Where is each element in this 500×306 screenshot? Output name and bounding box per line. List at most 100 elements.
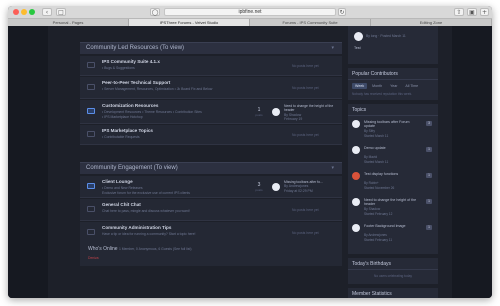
right-rail — [452, 26, 492, 298]
chevron-down-icon[interactable]: ▾ — [331, 165, 334, 171]
forum-row[interactable]: Community Administration Tips Have a tip … — [80, 222, 342, 244]
forum-subforums[interactable]: • Bugs & Suggestions — [102, 66, 135, 70]
member-statistics-title: Member Statistics — [348, 288, 438, 298]
forum-row[interactable]: Client Lounge • Demo and New Releases Excl… — [80, 176, 342, 198]
forum-read-icon[interactable] — [87, 229, 95, 235]
forum-read-icon[interactable] — [87, 131, 95, 137]
topic-item[interactable]: Need to change the height of the header B… — [352, 198, 434, 222]
contributors-tab[interactable]: Month — [369, 83, 385, 89]
topic-date: Started February 11 — [364, 238, 393, 242]
topic-author[interactable]: By Mavid — [364, 155, 418, 159]
contributors-tab[interactable]: Year — [387, 83, 400, 89]
contributors-tab[interactable]: All Time — [402, 83, 421, 89]
browser-tab[interactable]: Forums - IPS Community Suite — [250, 19, 371, 26]
reply-count-badge: 1 — [426, 173, 432, 178]
avatar[interactable] — [352, 146, 360, 154]
forum-subforums[interactable]: • Server Management, Resources, Optimiza… — [102, 87, 212, 91]
topic-title[interactable]: Demo update — [364, 146, 418, 150]
forum-title[interactable]: General Chit Chat — [102, 202, 141, 207]
section-header[interactable]: Community Engagement (To view) ▾ — [80, 162, 342, 174]
no-posts-label: No posts here yet — [292, 133, 319, 137]
section-title: Community Engagement (To view) — [86, 165, 178, 171]
topic-item[interactable]: Test display functions By Robin+ Started N… — [352, 172, 434, 196]
whos-online-summary[interactable]: 1 Member, 0 Anonymous, 6 Guests (See ful… — [119, 247, 192, 251]
topic-title[interactable]: Need to change the height of the header — [364, 198, 418, 207]
forum-row[interactable]: Customization Resources • Development Res… — [80, 100, 342, 124]
section-title: Community Led Resources (To view) — [86, 45, 185, 51]
avatar[interactable] — [354, 32, 363, 41]
address-bar[interactable]: ipbfine.net — [164, 8, 336, 16]
avatar[interactable] — [352, 198, 360, 206]
chevron-down-icon[interactable]: ▾ — [331, 45, 334, 51]
sidebar-toggle-icon[interactable]: □ — [56, 8, 66, 16]
forum-title[interactable]: IPS Community Suite 4.1.x — [102, 59, 160, 64]
minimize-window-icon[interactable] — [21, 9, 27, 15]
reply-count-badge: 3 — [426, 121, 432, 126]
popular-contributors-title: Popular Contributors — [348, 68, 438, 80]
forum-title[interactable]: Customization Resources — [102, 103, 158, 108]
forum-row[interactable]: IPS Community Suite 4.1.x • Bugs & Sugges… — [80, 56, 342, 76]
browser-tab[interactable]: Personal - Pages — [8, 19, 129, 26]
topic-author[interactable]: By Andrewjones — [364, 233, 418, 237]
top-topic-user[interactable]: By long — [366, 34, 377, 38]
topic-item[interactable]: Missing toolbars after Forum update By Si… — [352, 120, 434, 144]
forum-read-icon[interactable] — [87, 84, 95, 90]
topic-date: Started February 12 — [364, 212, 393, 216]
shield-icon[interactable]: ◯ — [150, 8, 160, 16]
topic-item[interactable]: Demo update By Mavid Started March 11 1 — [352, 146, 434, 170]
topic-title[interactable]: Missing toolbars after Forum update — [364, 120, 418, 129]
back-icon[interactable]: ‹ — [42, 8, 52, 16]
post-count: 1 posts — [252, 107, 266, 117]
topic-title[interactable]: Footer Background Image — [364, 224, 418, 228]
forum-unread-icon[interactable] — [87, 108, 95, 114]
avatar[interactable] — [272, 183, 280, 191]
last-post-title[interactable]: Need to change the height of the header — [284, 104, 336, 113]
topic-title[interactable]: Test display functions — [364, 172, 418, 176]
forum-read-icon[interactable] — [87, 62, 95, 68]
no-posts-label: No posts here yet — [292, 64, 319, 68]
birthdays-title: Today's Birthdays — [348, 258, 438, 270]
member-statistics-widget: Member Statistics — [348, 288, 438, 298]
forum-subforums[interactable]: • Demo and New Releases — [102, 186, 143, 190]
forum-row[interactable]: IPS Marketplace Topics • Contributable Re… — [80, 125, 342, 145]
forum-row[interactable]: Peer-to-Peer Technical Support • Server M… — [80, 77, 342, 99]
topic-author[interactable]: By Robin+ — [364, 181, 418, 185]
new-tab-icon[interactable]: + — [480, 8, 489, 16]
top-topic-widget: By long · Posted March 11 Test — [348, 26, 438, 64]
topic-author[interactable]: By Sifry — [364, 129, 418, 133]
forum-subforums[interactable]: Chat here to pass, mingle and discuss wh… — [102, 209, 190, 213]
topic-item[interactable]: Footer Background Image By Andrewjones Sta… — [352, 224, 434, 248]
birthdays-empty: No users celebrating today — [374, 274, 412, 278]
avatar[interactable] — [352, 224, 360, 232]
tabs-overview-icon[interactable]: ▣ — [467, 8, 477, 16]
last-post: Missing toolbars after fo... By Andrewjon… — [284, 180, 336, 193]
left-rail — [8, 26, 48, 298]
forum-title[interactable]: Client Lounge — [102, 179, 133, 184]
contributors-tab[interactable]: Week — [352, 83, 368, 89]
forum-title[interactable]: IPS Marketplace Topics — [102, 128, 153, 133]
page-content: Community Led Resources (To view) ▾ IPS Co… — [8, 26, 492, 298]
section-header[interactable]: Community Led Resources (To view) ▾ — [80, 42, 342, 54]
forum-row[interactable]: General Chit Chat Chat here to pass, ming… — [80, 199, 342, 221]
last-post-date: Friday at 02:29 PM — [284, 188, 313, 193]
browser-tab[interactable]: IPSThree Forums - Velvet Studio — [129, 19, 250, 26]
forum-subforums[interactable]: Have a tip or idea for running a communi… — [102, 232, 195, 236]
reload-icon[interactable]: ↻ — [338, 8, 346, 16]
avatar[interactable] — [272, 108, 280, 116]
close-window-icon[interactable] — [13, 9, 19, 15]
forum-subforums[interactable]: • Development Resources • Theme Resource… — [102, 110, 202, 114]
forum-unread-icon[interactable] — [87, 183, 95, 189]
forum-read-icon[interactable] — [87, 206, 95, 212]
forum-title[interactable]: Community Administration Tips — [102, 225, 171, 230]
browser-tab[interactable]: Editing Zone — [371, 19, 492, 26]
forum-subforums[interactable]: • Contributable Requests — [102, 135, 140, 139]
maximize-window-icon[interactable] — [29, 9, 35, 15]
avatar[interactable] — [352, 172, 360, 180]
contributors-empty: Nobody has received reputation this week… — [352, 92, 413, 96]
topic-author[interactable]: By Shadow — [364, 207, 418, 211]
reply-count-badge: 1 — [426, 147, 432, 152]
avatar[interactable] — [352, 120, 360, 128]
forum-title[interactable]: Peer-to-Peer Technical Support — [102, 80, 170, 85]
online-member-name[interactable]: Deniza — [88, 256, 99, 260]
share-icon[interactable]: ⇧ — [454, 8, 464, 16]
